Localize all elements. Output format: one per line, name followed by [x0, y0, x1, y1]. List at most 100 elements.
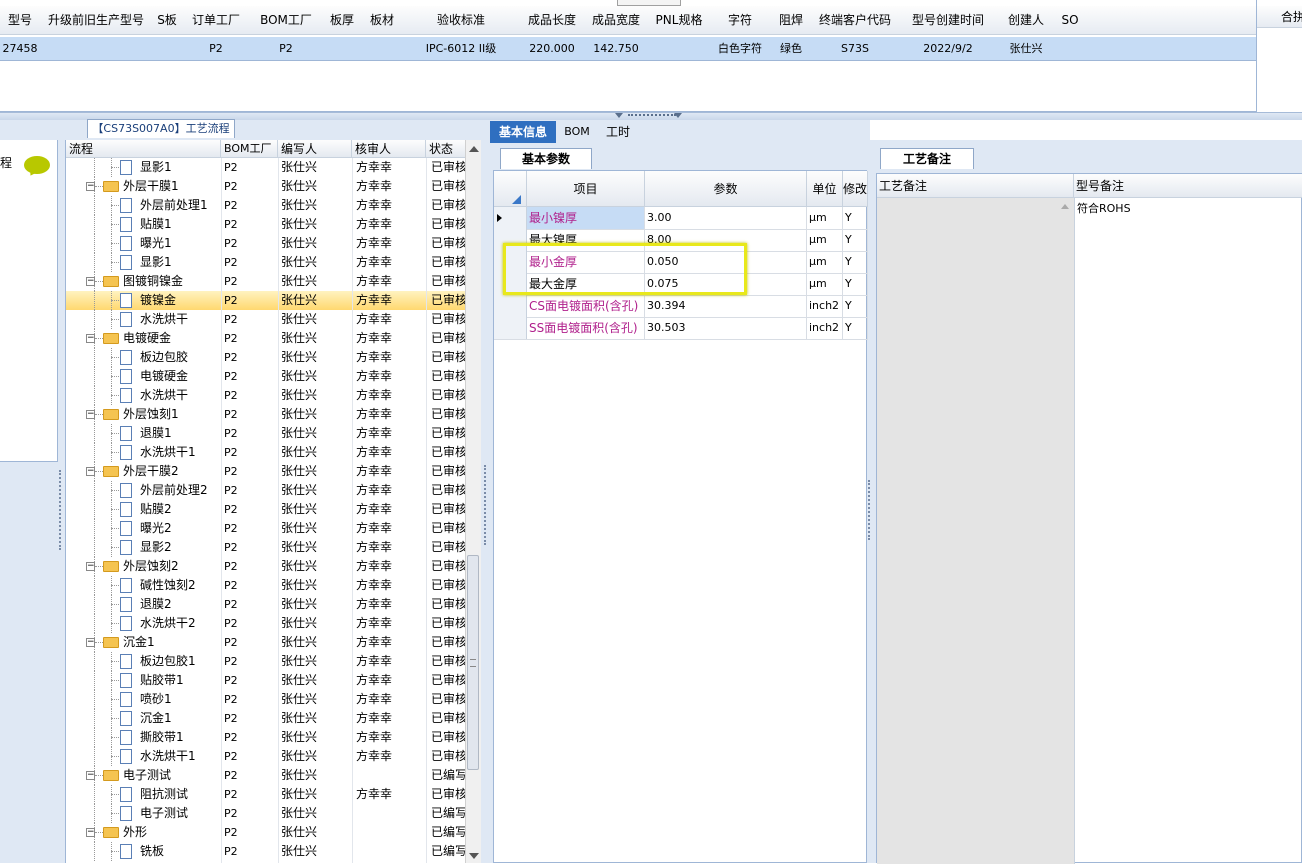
scroll-down-icon[interactable] — [469, 853, 479, 859]
column-header[interactable]: 工艺备注 — [877, 174, 1074, 198]
tree-row[interactable]: 电镀硬金 P2 张仕兴 方幸幸 已审核 — [66, 367, 481, 386]
column-header[interactable]: 板材 — [362, 6, 403, 35]
tree-row[interactable]: − 外形 P2 张仕兴 已编写 — [66, 823, 481, 842]
table-cell[interactable]: 绿色 — [770, 37, 812, 60]
tree-row[interactable]: − 外层干膜1 P2 张仕兴 方幸幸 已审核 — [66, 177, 481, 196]
column-header[interactable]: S板 — [152, 6, 183, 35]
tab-basic-info[interactable]: 基本信息 — [490, 121, 556, 143]
collapse-icon[interactable]: − — [86, 334, 95, 343]
table-cell[interactable]: IPC-6012 II级 — [402, 37, 520, 60]
param-cell-value[interactable]: 30.503 — [645, 317, 807, 339]
tree-row[interactable]: 曝光2 P2 张仕兴 方幸幸 已审核 — [66, 519, 481, 538]
column-header[interactable]: 创建人 — [998, 6, 1055, 35]
column-header[interactable]: 终端客户代码 — [812, 6, 899, 35]
column-header[interactable]: 板厚 — [322, 6, 363, 35]
tree-row[interactable]: 板边包胶1 P2 张仕兴 方幸幸 已审核 — [66, 652, 481, 671]
tree-row[interactable]: 显影1 P2 张仕兴 方幸幸 已审核 — [66, 253, 481, 272]
param-cell-mod[interactable]: Y — [843, 295, 868, 317]
tree-row[interactable]: 外层前处理1 P2 张仕兴 方幸幸 已审核 — [66, 196, 481, 215]
param-cell-item[interactable]: SS面电镀面积(含孔) — [527, 317, 645, 339]
table-cell[interactable]: 2022/9/2 — [898, 37, 998, 60]
collapse-icon[interactable]: − — [86, 467, 95, 476]
param-cell-item[interactable]: 最小镍厚 — [527, 207, 645, 229]
param-cell-unit[interactable]: μm — [807, 207, 843, 229]
tree-row[interactable]: 水洗烘干 P2 张仕兴 方幸幸 已审核 — [66, 310, 481, 329]
tree-row[interactable]: 喷砂1 P2 张仕兴 方幸幸 已审核 — [66, 690, 481, 709]
tree-row[interactable]: − 图镀铜镍金 P2 张仕兴 方幸幸 已审核 — [66, 272, 481, 291]
column-header[interactable]: BOM工厂 — [221, 140, 278, 158]
tree-row[interactable]: − 外层蚀刻2 P2 张仕兴 方幸幸 已审核 — [66, 557, 481, 576]
param-cell-mod[interactable]: Y — [843, 229, 868, 251]
column-header[interactable]: 验收标准 — [402, 6, 521, 35]
param-cell-mod[interactable]: Y — [843, 251, 868, 273]
tree-row[interactable]: 铣板 P2 张仕兴 已编写 — [66, 842, 481, 861]
vertical-splitter[interactable] — [868, 480, 872, 540]
column-header[interactable]: 升级前旧生产型号 — [40, 6, 153, 35]
table-cell[interactable]: S73S — [812, 37, 898, 60]
tab-process-flow[interactable]: 【CS73S007A0】工艺流程 — [87, 119, 235, 138]
tree-row[interactable]: − 外层干膜2 P2 张仕兴 方幸幸 已审核 — [66, 462, 481, 481]
collapse-icon[interactable]: − — [86, 277, 95, 286]
table-cell[interactable] — [1054, 37, 1086, 60]
collapse-icon[interactable]: − — [86, 410, 95, 419]
tree-row[interactable]: − 外层蚀刻1 P2 张仕兴 方幸幸 已审核 — [66, 405, 481, 424]
scrollbar-thumb[interactable] — [467, 555, 479, 770]
table-cell[interactable] — [362, 37, 402, 60]
column-header[interactable]: SO — [1054, 6, 1087, 35]
collapse-icon[interactable]: − — [86, 562, 95, 571]
table-row[interactable]: 27458 P2 P2 IPC-6012 II级 220.000 142.750 白色字符绿… — [0, 37, 1256, 61]
tab-basic-params[interactable]: 基本参数 — [500, 148, 592, 169]
table-cell[interactable]: 27458 — [0, 37, 40, 60]
collapse-icon[interactable]: − — [86, 638, 95, 647]
param-cell-value[interactable]: 3.00 — [645, 207, 807, 229]
table-cell[interactable]: 白色字符 — [710, 37, 770, 60]
param-cell-unit[interactable]: μm — [807, 273, 843, 295]
tab-work-hours[interactable]: 工时 — [598, 121, 638, 143]
collapse-icon[interactable]: − — [86, 182, 95, 191]
table-cell[interactable]: 张仕兴 — [998, 37, 1054, 60]
tree-row[interactable]: 阻抗测试 P2 张仕兴 方幸幸 已审核 — [66, 785, 481, 804]
model-note-value[interactable]: 符合ROHS — [1077, 200, 1131, 216]
column-header[interactable]: 成品长度 — [520, 6, 585, 35]
param-row[interactable]: 最小镍厚 3.00 μm Y — [494, 207, 868, 230]
tree-row[interactable]: 水洗烘干 P2 张仕兴 方幸幸 已审核 — [66, 386, 481, 405]
table-cell[interactable] — [322, 37, 362, 60]
scroll-up-icon[interactable] — [469, 146, 479, 152]
column-header[interactable]: 项目 — [527, 171, 645, 207]
table-cell[interactable]: P2 — [250, 37, 322, 60]
column-header[interactable]: 成品宽度 — [584, 6, 649, 35]
column-header[interactable]: 字符 — [710, 6, 771, 35]
tree-row[interactable]: 外层前处理2 P2 张仕兴 方幸幸 已审核 — [66, 481, 481, 500]
arrow-down-icon[interactable] — [674, 113, 682, 118]
tree-row[interactable]: 贴膜1 P2 张仕兴 方幸幸 已审核 — [66, 215, 481, 234]
param-row[interactable]: CS面电镀面积(含孔) 30.394 inch2 Y — [494, 295, 868, 318]
tree-row[interactable]: 显影1 P2 张仕兴 方幸幸 已审核 — [66, 158, 481, 177]
tree-row-selected[interactable]: 镀镍金 P2 张仕兴 方幸幸 已审核 — [66, 291, 481, 310]
splitter-handle-top[interactable] — [617, 0, 681, 6]
table-cell[interactable]: 220.000 — [520, 37, 584, 60]
tree-row[interactable]: 水洗烘干1 P2 张仕兴 方幸幸 已审核 — [66, 747, 481, 766]
tree-row[interactable]: 水洗烘干1 P2 张仕兴 方幸幸 已审核 — [66, 443, 481, 462]
table-cell[interactable]: 142.750 — [584, 37, 648, 60]
param-cell-unit[interactable]: inch2 — [807, 295, 843, 317]
param-cell-mod[interactable]: Y — [843, 317, 868, 339]
table-cell[interactable] — [648, 37, 710, 60]
chat-bubble-icon[interactable] — [24, 156, 50, 178]
tree-row[interactable]: 曝光1 P2 张仕兴 方幸幸 已审核 — [66, 234, 481, 253]
collapse-icon[interactable]: − — [86, 771, 95, 780]
tree-row[interactable]: 电子测试 P2 张仕兴 已编写 — [66, 804, 481, 823]
tree-row[interactable]: 贴胶带1 P2 张仕兴 方幸幸 已审核 — [66, 671, 481, 690]
tree-row[interactable]: 显影2 P2 张仕兴 方幸幸 已审核 — [66, 538, 481, 557]
param-cell-unit[interactable]: μm — [807, 229, 843, 251]
tree-row[interactable]: 板边包胶 P2 张仕兴 方幸幸 已审核 — [66, 348, 481, 367]
vertical-splitter[interactable] — [484, 465, 488, 545]
tab-process-notes[interactable]: 工艺备注 — [880, 148, 974, 169]
table-cell[interactable] — [40, 37, 152, 60]
param-row[interactable]: SS面电镀面积(含孔) 30.503 inch2 Y — [494, 317, 868, 340]
tree-row[interactable]: − 电子测试 P2 张仕兴 已编写 — [66, 766, 481, 785]
column-header[interactable]: 型号备注 — [1074, 174, 1302, 198]
column-header[interactable]: 型号创建时间 — [898, 6, 999, 35]
scroll-up-icon[interactable] — [1061, 204, 1069, 209]
param-cell-unit[interactable]: inch2 — [807, 317, 843, 339]
column-header[interactable]: 单位 — [807, 171, 843, 207]
